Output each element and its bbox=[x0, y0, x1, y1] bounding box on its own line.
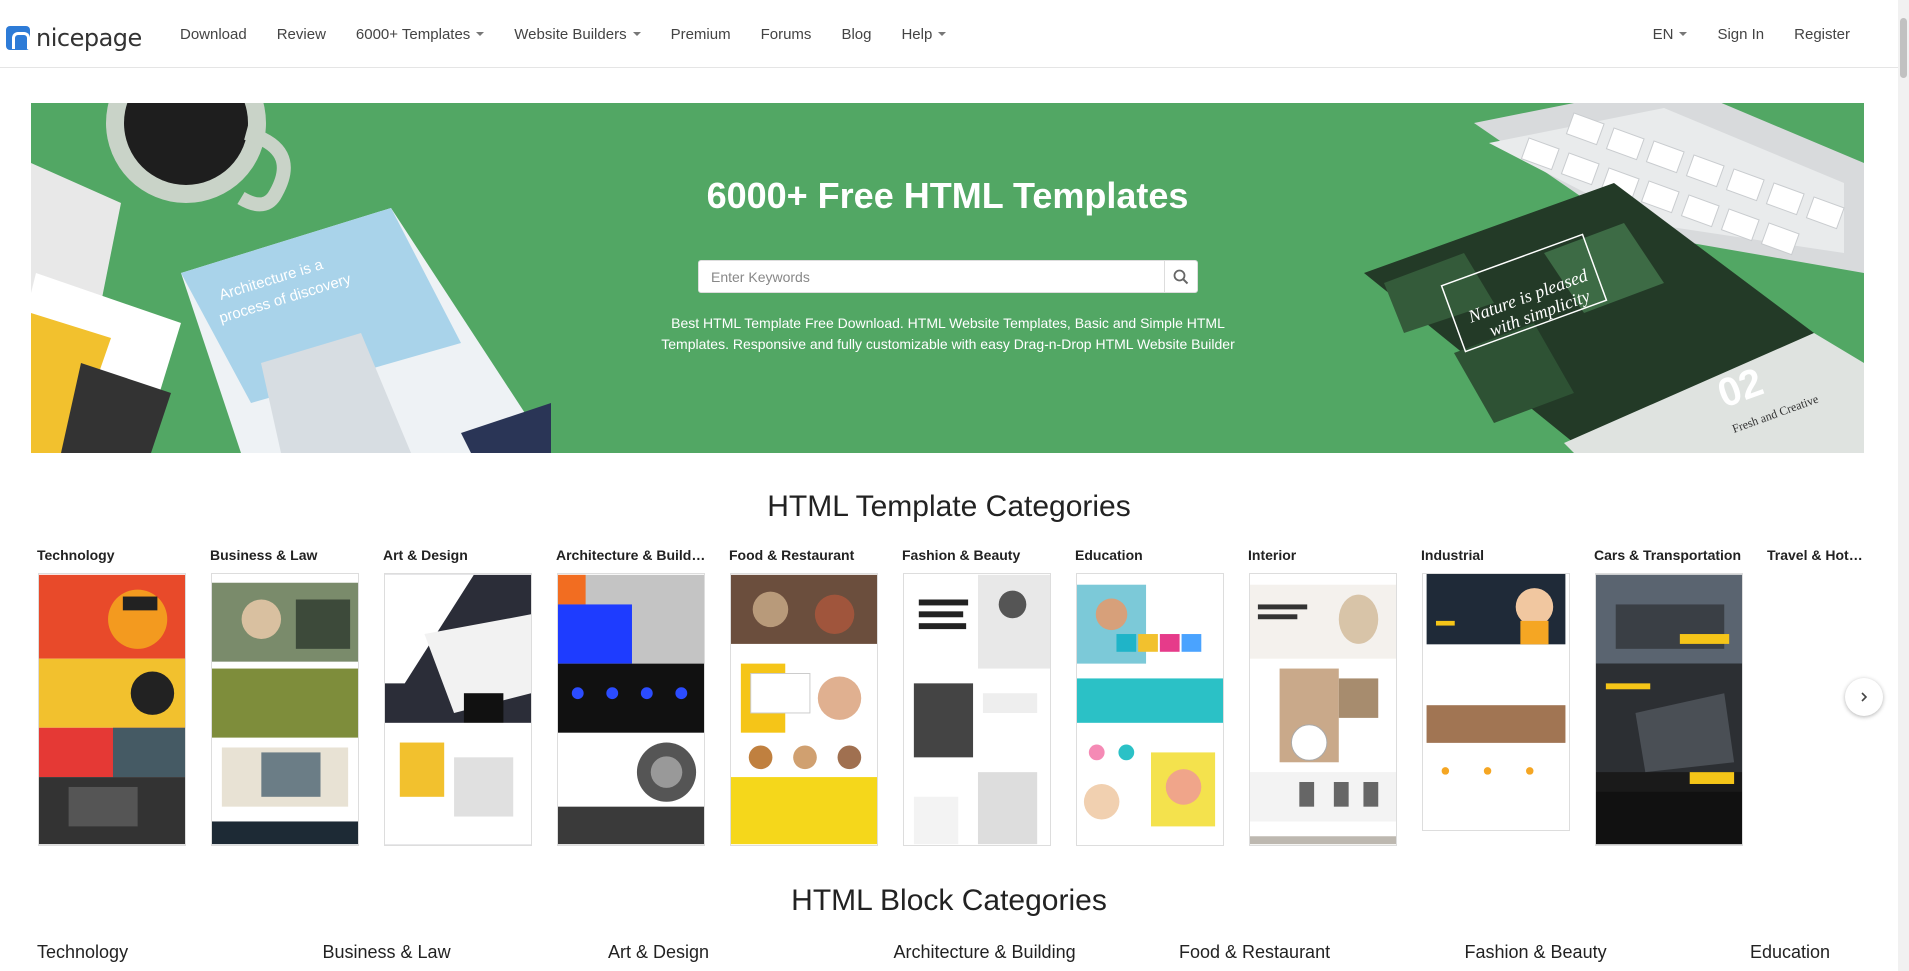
category-label: Education bbox=[1075, 547, 1143, 563]
nav-item-templates[interactable]: 6000+ Templates bbox=[355, 25, 485, 43]
language-selector[interactable]: EN bbox=[1653, 26, 1688, 43]
category-thumbnail[interactable] bbox=[384, 573, 532, 846]
template-categories-title: HTML Template Categories bbox=[767, 490, 1131, 523]
nav-item-label: Premium bbox=[670, 25, 731, 43]
category-card-cars-transportation[interactable]: Cars & Transportation bbox=[1594, 547, 1744, 846]
category-thumbnail[interactable] bbox=[211, 573, 359, 846]
hero-title: 6000+ Free HTML Templates bbox=[706, 175, 1189, 216]
hero-description: Best HTML Template Free Download. HTML W… bbox=[661, 315, 1235, 352]
caret-down-icon bbox=[938, 32, 947, 36]
category-card-travel-hotels[interactable]: Travel & Hotels bbox=[1767, 547, 1867, 565]
category-label: Cars & Transportation bbox=[1594, 547, 1742, 563]
hero-left-decoration: Architecture is a process of discovery bbox=[31, 103, 551, 453]
category-card-food-restaurant[interactable]: Food & Restaurant bbox=[729, 547, 879, 846]
nav-item-label: 6000+ Templates bbox=[355, 25, 471, 43]
logo-icon bbox=[6, 26, 30, 50]
block-category-business-law[interactable]: Business & Law bbox=[323, 942, 609, 963]
nav-right: EN Sign In Register bbox=[1623, 0, 1850, 68]
nav-item-website-builders[interactable]: Website Builders bbox=[514, 25, 641, 43]
nav-item-label: Website Builders bbox=[514, 25, 627, 43]
category-card-education[interactable]: Education bbox=[1075, 547, 1225, 846]
block-category-art-design[interactable]: Art & Design bbox=[608, 942, 894, 963]
sign-in-link[interactable]: Sign In bbox=[1717, 26, 1764, 43]
block-category-education[interactable]: Education bbox=[1750, 942, 1870, 963]
category-card-technology[interactable]: Technology bbox=[37, 547, 187, 846]
nav-item-label: Download bbox=[180, 25, 247, 43]
hero-banner: Architecture is a process of discovery N… bbox=[31, 103, 1864, 453]
nav-item-label: Help bbox=[901, 25, 933, 43]
nav-menu: Download Review 6000+ Templates Website … bbox=[180, 0, 976, 68]
category-card-art-design[interactable]: Art & Design bbox=[383, 547, 533, 846]
category-card-interior[interactable]: Interior bbox=[1248, 547, 1398, 846]
category-thumbnail[interactable] bbox=[557, 573, 705, 846]
nav-item-blog[interactable]: Blog bbox=[841, 26, 871, 43]
block-categories-list: Technology Business & Law Art & Design A… bbox=[37, 942, 1870, 963]
category-label: Architecture & Building bbox=[556, 547, 706, 563]
block-categories-title: HTML Block Categories bbox=[791, 884, 1107, 917]
category-label: Industrial bbox=[1421, 547, 1485, 563]
category-thumbnail[interactable] bbox=[38, 573, 186, 846]
category-thumbnail[interactable] bbox=[1076, 573, 1224, 846]
category-label: Food & Restaurant bbox=[729, 547, 855, 563]
block-category-technology[interactable]: Technology bbox=[37, 942, 323, 963]
top-navigation: nicepage Download Review 6000+ Templates… bbox=[0, 0, 1898, 68]
nav-item-label: Blog bbox=[841, 25, 872, 43]
category-card-fashion-beauty[interactable]: Fashion & Beauty bbox=[902, 547, 1052, 846]
caret-down-icon bbox=[476, 32, 485, 36]
search-icon bbox=[1173, 269, 1189, 284]
category-label: Interior bbox=[1248, 547, 1297, 563]
nav-item-help[interactable]: Help bbox=[901, 25, 947, 43]
language-label: EN bbox=[1652, 25, 1674, 43]
hero-right-decoration: Nature is pleased with simplicity 02 Fre… bbox=[1344, 103, 1864, 453]
nav-item-review[interactable]: Review bbox=[277, 26, 326, 43]
caret-down-icon bbox=[1679, 32, 1688, 36]
search-input[interactable] bbox=[699, 261, 1164, 292]
register-link[interactable]: Register bbox=[1794, 26, 1850, 43]
register-label: Register bbox=[1794, 25, 1850, 43]
block-category-food-restaurant[interactable]: Food & Restaurant bbox=[1179, 942, 1465, 963]
logo-text: nicepage bbox=[36, 24, 142, 52]
category-label: Art & Design bbox=[383, 547, 468, 563]
carousel-next-button[interactable] bbox=[1845, 678, 1883, 716]
page-scrollbar[interactable] bbox=[1898, 0, 1909, 971]
caret-down-icon bbox=[632, 32, 641, 36]
category-thumbnail[interactable] bbox=[1595, 573, 1743, 846]
nav-item-forums[interactable]: Forums bbox=[761, 26, 812, 43]
search-button[interactable] bbox=[1164, 261, 1197, 292]
search-box bbox=[698, 260, 1198, 293]
nav-item-premium[interactable]: Premium bbox=[671, 26, 731, 43]
category-thumbnail[interactable] bbox=[1249, 573, 1397, 846]
category-label: Fashion & Beauty bbox=[902, 547, 1021, 563]
category-thumbnail[interactable] bbox=[1422, 573, 1570, 831]
category-label: Technology bbox=[37, 547, 115, 563]
chevron-right-icon bbox=[1861, 692, 1868, 702]
nav-item-label: Forums bbox=[760, 25, 812, 43]
category-thumbnail[interactable] bbox=[730, 573, 878, 846]
sign-in-label: Sign In bbox=[1717, 25, 1765, 43]
nav-item-label: Review bbox=[276, 25, 326, 43]
block-category-architecture-building[interactable]: Architecture & Building bbox=[894, 942, 1180, 963]
nav-item-download[interactable]: Download bbox=[180, 26, 247, 43]
category-card-industrial[interactable]: Industrial bbox=[1421, 547, 1571, 831]
block-category-fashion-beauty[interactable]: Fashion & Beauty bbox=[1465, 942, 1751, 963]
logo[interactable]: nicepage bbox=[6, 24, 142, 52]
category-thumbnail[interactable] bbox=[903, 573, 1051, 846]
category-card-business-law[interactable]: Business & Law bbox=[210, 547, 360, 846]
category-label: Business & Law bbox=[210, 547, 318, 563]
category-label: Travel & Hotels bbox=[1767, 547, 1867, 563]
category-card-architecture-building[interactable]: Architecture & Building bbox=[556, 547, 706, 846]
scrollbar-thumb[interactable] bbox=[1900, 18, 1907, 78]
